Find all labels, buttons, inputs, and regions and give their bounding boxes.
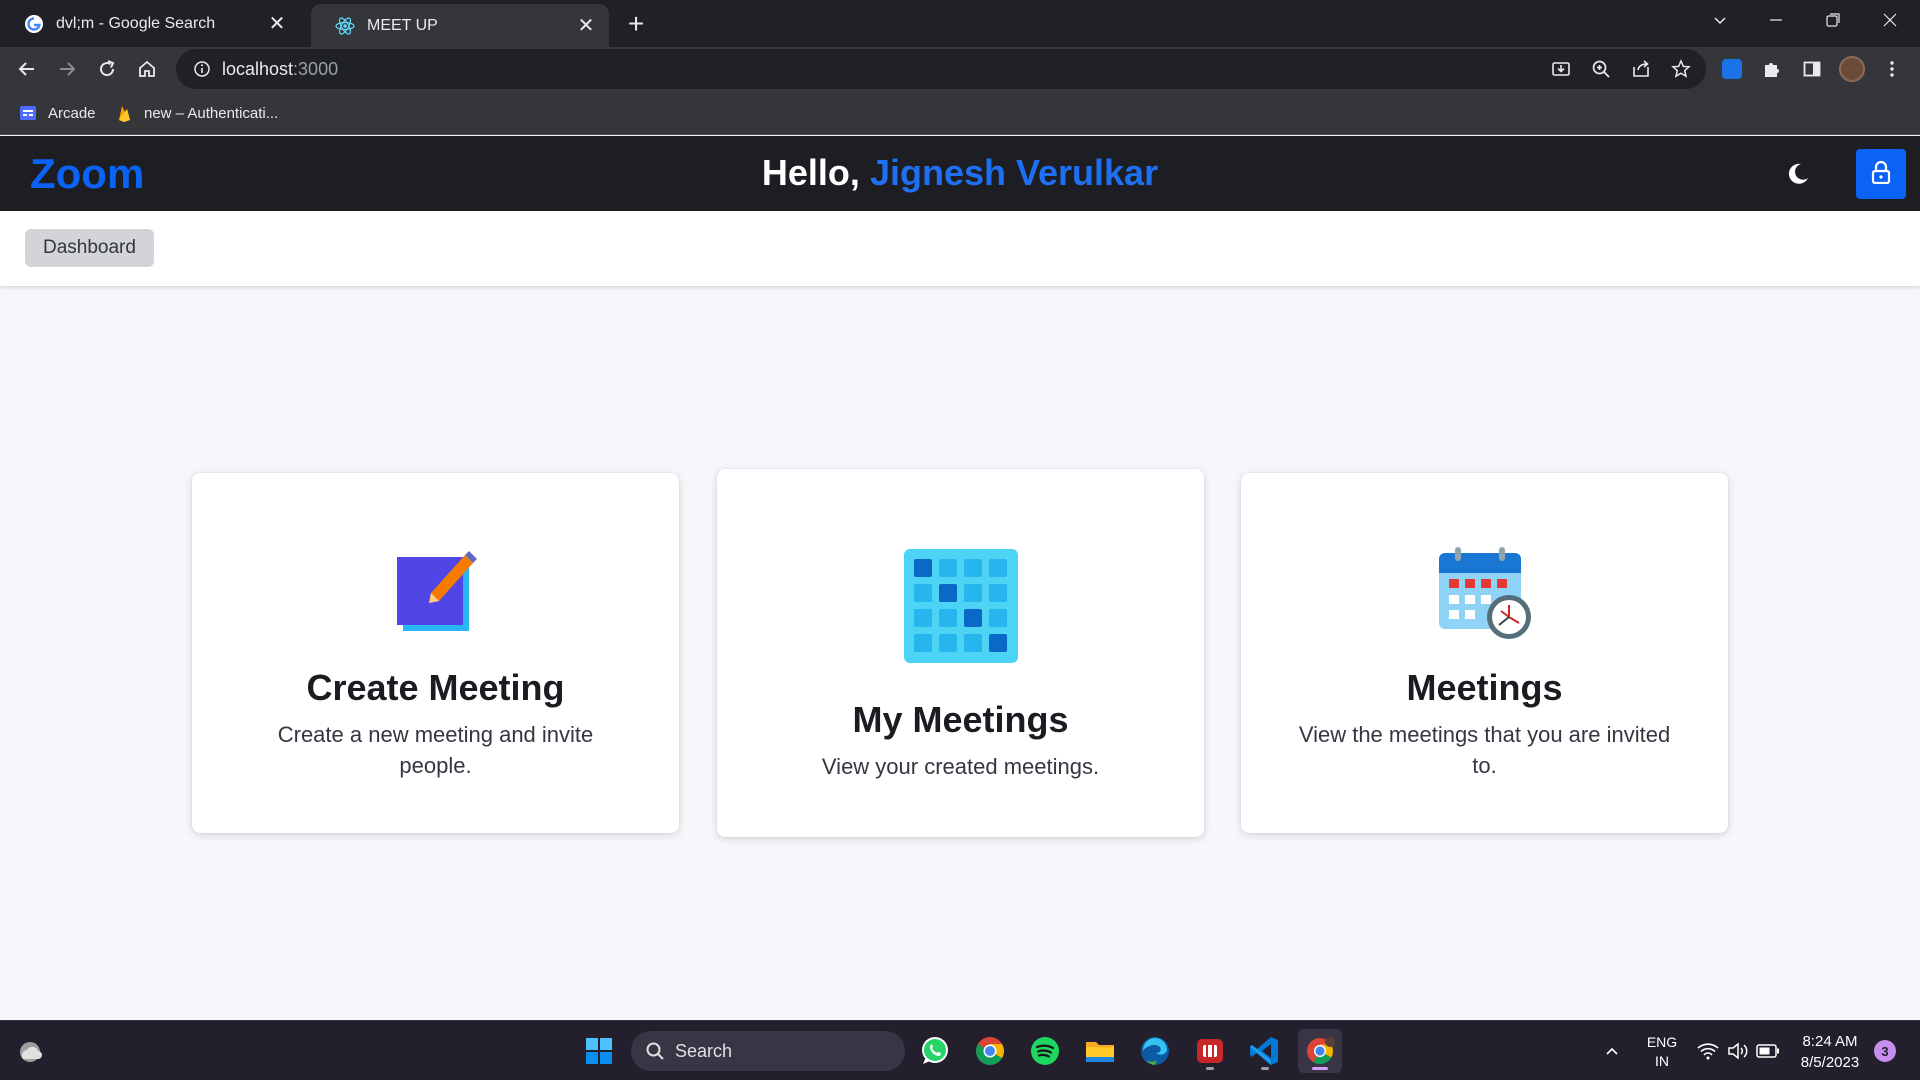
tab-title: MEET UP: [367, 16, 438, 34]
greeting: Hello, Jignesh Verulkar: [0, 152, 1920, 194]
search-placeholder: Search: [675, 1040, 733, 1061]
window-close-icon[interactable]: [1862, 0, 1918, 40]
google-icon: [24, 14, 44, 34]
taskbar-search-box[interactable]: Search: [631, 1031, 905, 1071]
vscode-icon[interactable]: [1243, 1029, 1287, 1073]
breadcrumb-dashboard[interactable]: Dashboard: [25, 229, 154, 267]
language-indicator[interactable]: ENG IN: [1640, 1033, 1684, 1071]
home-button[interactable]: [129, 51, 165, 87]
url-host: localhost: [222, 58, 294, 79]
date-text: 8/5/2023: [1800, 1054, 1860, 1071]
card-title: Meetings: [1406, 667, 1563, 708]
moon-icon[interactable]: [1778, 154, 1818, 194]
url-port: :3000: [293, 58, 339, 79]
zoom-icon[interactable]: [1583, 51, 1619, 87]
running-indicator: [1206, 1067, 1214, 1070]
battery-icon[interactable]: [1746, 1029, 1790, 1073]
restore-icon[interactable]: [1805, 0, 1861, 40]
url-text: localhost:3000: [222, 59, 338, 80]
create-meeting-icon: [192, 545, 679, 635]
minimize-icon[interactable]: [1748, 0, 1804, 40]
region-code: IN: [1655, 1053, 1669, 1069]
site-info-icon[interactable]: [182, 49, 222, 89]
menu-icon[interactable]: [1874, 51, 1910, 87]
forward-button[interactable]: [49, 51, 85, 87]
extension-icon[interactable]: [1714, 51, 1750, 87]
profile-avatar[interactable]: [1834, 51, 1870, 87]
close-icon[interactable]: ✕: [571, 11, 601, 41]
card-description: View the meetings that you are invited t…: [1298, 722, 1671, 778]
language-code: ENG: [1646, 1034, 1678, 1050]
tab-meet-up[interactable]: MEET UP ✕: [311, 4, 609, 47]
create-meeting-card[interactable]: Create Meeting Create a new meeting and …: [192, 473, 679, 833]
install-app-icon[interactable]: [1543, 51, 1579, 87]
lock-icon: [1870, 160, 1892, 189]
reload-button[interactable]: [89, 51, 125, 87]
address-bar[interactable]: localhost:3000: [176, 49, 1706, 89]
chrome-icon[interactable]: [968, 1029, 1012, 1073]
my-meetings-card[interactable]: My Meetings View your created meetings.: [717, 469, 1204, 837]
clock[interactable]: 8:24 AM 8/5/2023: [1790, 1031, 1870, 1073]
weather-icon[interactable]: [8, 1029, 52, 1073]
grid-calendar-icon: [717, 549, 1204, 663]
arcade-icon: [18, 103, 38, 123]
puzzle-icon[interactable]: [1754, 51, 1790, 87]
notification-badge[interactable]: 3: [1874, 1040, 1896, 1062]
tab-google-search[interactable]: dvl;m - Google Search ✕: [0, 0, 300, 47]
card-description: Create a new meeting and invite people.: [277, 722, 594, 778]
tab-title: dvl;m - Google Search: [56, 14, 216, 32]
meetings-card[interactable]: Meetings View the meetings that you are …: [1241, 473, 1728, 833]
card-title: Create Meeting: [306, 667, 565, 708]
greeting-prefix: Hello,: [761, 152, 870, 193]
winrar-icon[interactable]: [1188, 1029, 1232, 1073]
bookmark-label: Arcade: [48, 104, 96, 122]
whatsapp-icon[interactable]: [913, 1029, 957, 1073]
browser-tab-strip: dvl;m - Google Search ✕ MEET UP ✕ +: [0, 0, 1920, 47]
new-tab-button[interactable]: +: [620, 8, 652, 40]
search-icon: [645, 1041, 665, 1061]
app-header: Zoom Hello, Jignesh Verulkar: [0, 136, 1920, 211]
windows-taskbar: Search ENG IN 8:24 AM 8/5/2023 3: [0, 1020, 1920, 1080]
bookmarks-bar: Arcade new – Authenticati...: [0, 91, 1920, 135]
logout-button[interactable]: [1856, 149, 1906, 199]
share-icon[interactable]: [1623, 51, 1659, 87]
chevron-up-icon[interactable]: [1590, 1029, 1634, 1073]
spotify-icon[interactable]: [1023, 1029, 1067, 1073]
tab-search-icon[interactable]: [1692, 0, 1748, 40]
file-explorer-icon[interactable]: [1078, 1029, 1122, 1073]
back-button[interactable]: [9, 51, 45, 87]
edge-icon[interactable]: [1133, 1029, 1177, 1073]
firebase-icon: [114, 103, 134, 123]
bookmark-arcade[interactable]: Arcade: [18, 91, 96, 135]
react-icon: [335, 16, 355, 36]
bookmark-authentication[interactable]: new – Authenticati...: [114, 91, 278, 135]
breadcrumb: Dashboard: [0, 211, 1920, 286]
browser-toolbar: localhost:3000: [0, 47, 1920, 91]
time-text: 8:24 AM: [1802, 1033, 1858, 1050]
bookmark-label: new – Authenticati...: [144, 104, 279, 122]
card-title: My Meetings: [852, 699, 1069, 740]
user-name: Jignesh Verulkar: [869, 152, 1159, 193]
running-indicator: [1261, 1067, 1269, 1070]
card-description: View your created meetings.: [821, 754, 1100, 779]
chrome-profile-icon[interactable]: [1298, 1029, 1342, 1073]
side-panel-icon[interactable]: [1794, 51, 1830, 87]
windows-start-icon[interactable]: [577, 1029, 621, 1073]
bookmark-star-icon[interactable]: [1663, 51, 1699, 87]
active-indicator: [1312, 1067, 1328, 1070]
calendar-clock-icon: [1241, 543, 1728, 643]
close-icon[interactable]: ✕: [262, 9, 292, 39]
